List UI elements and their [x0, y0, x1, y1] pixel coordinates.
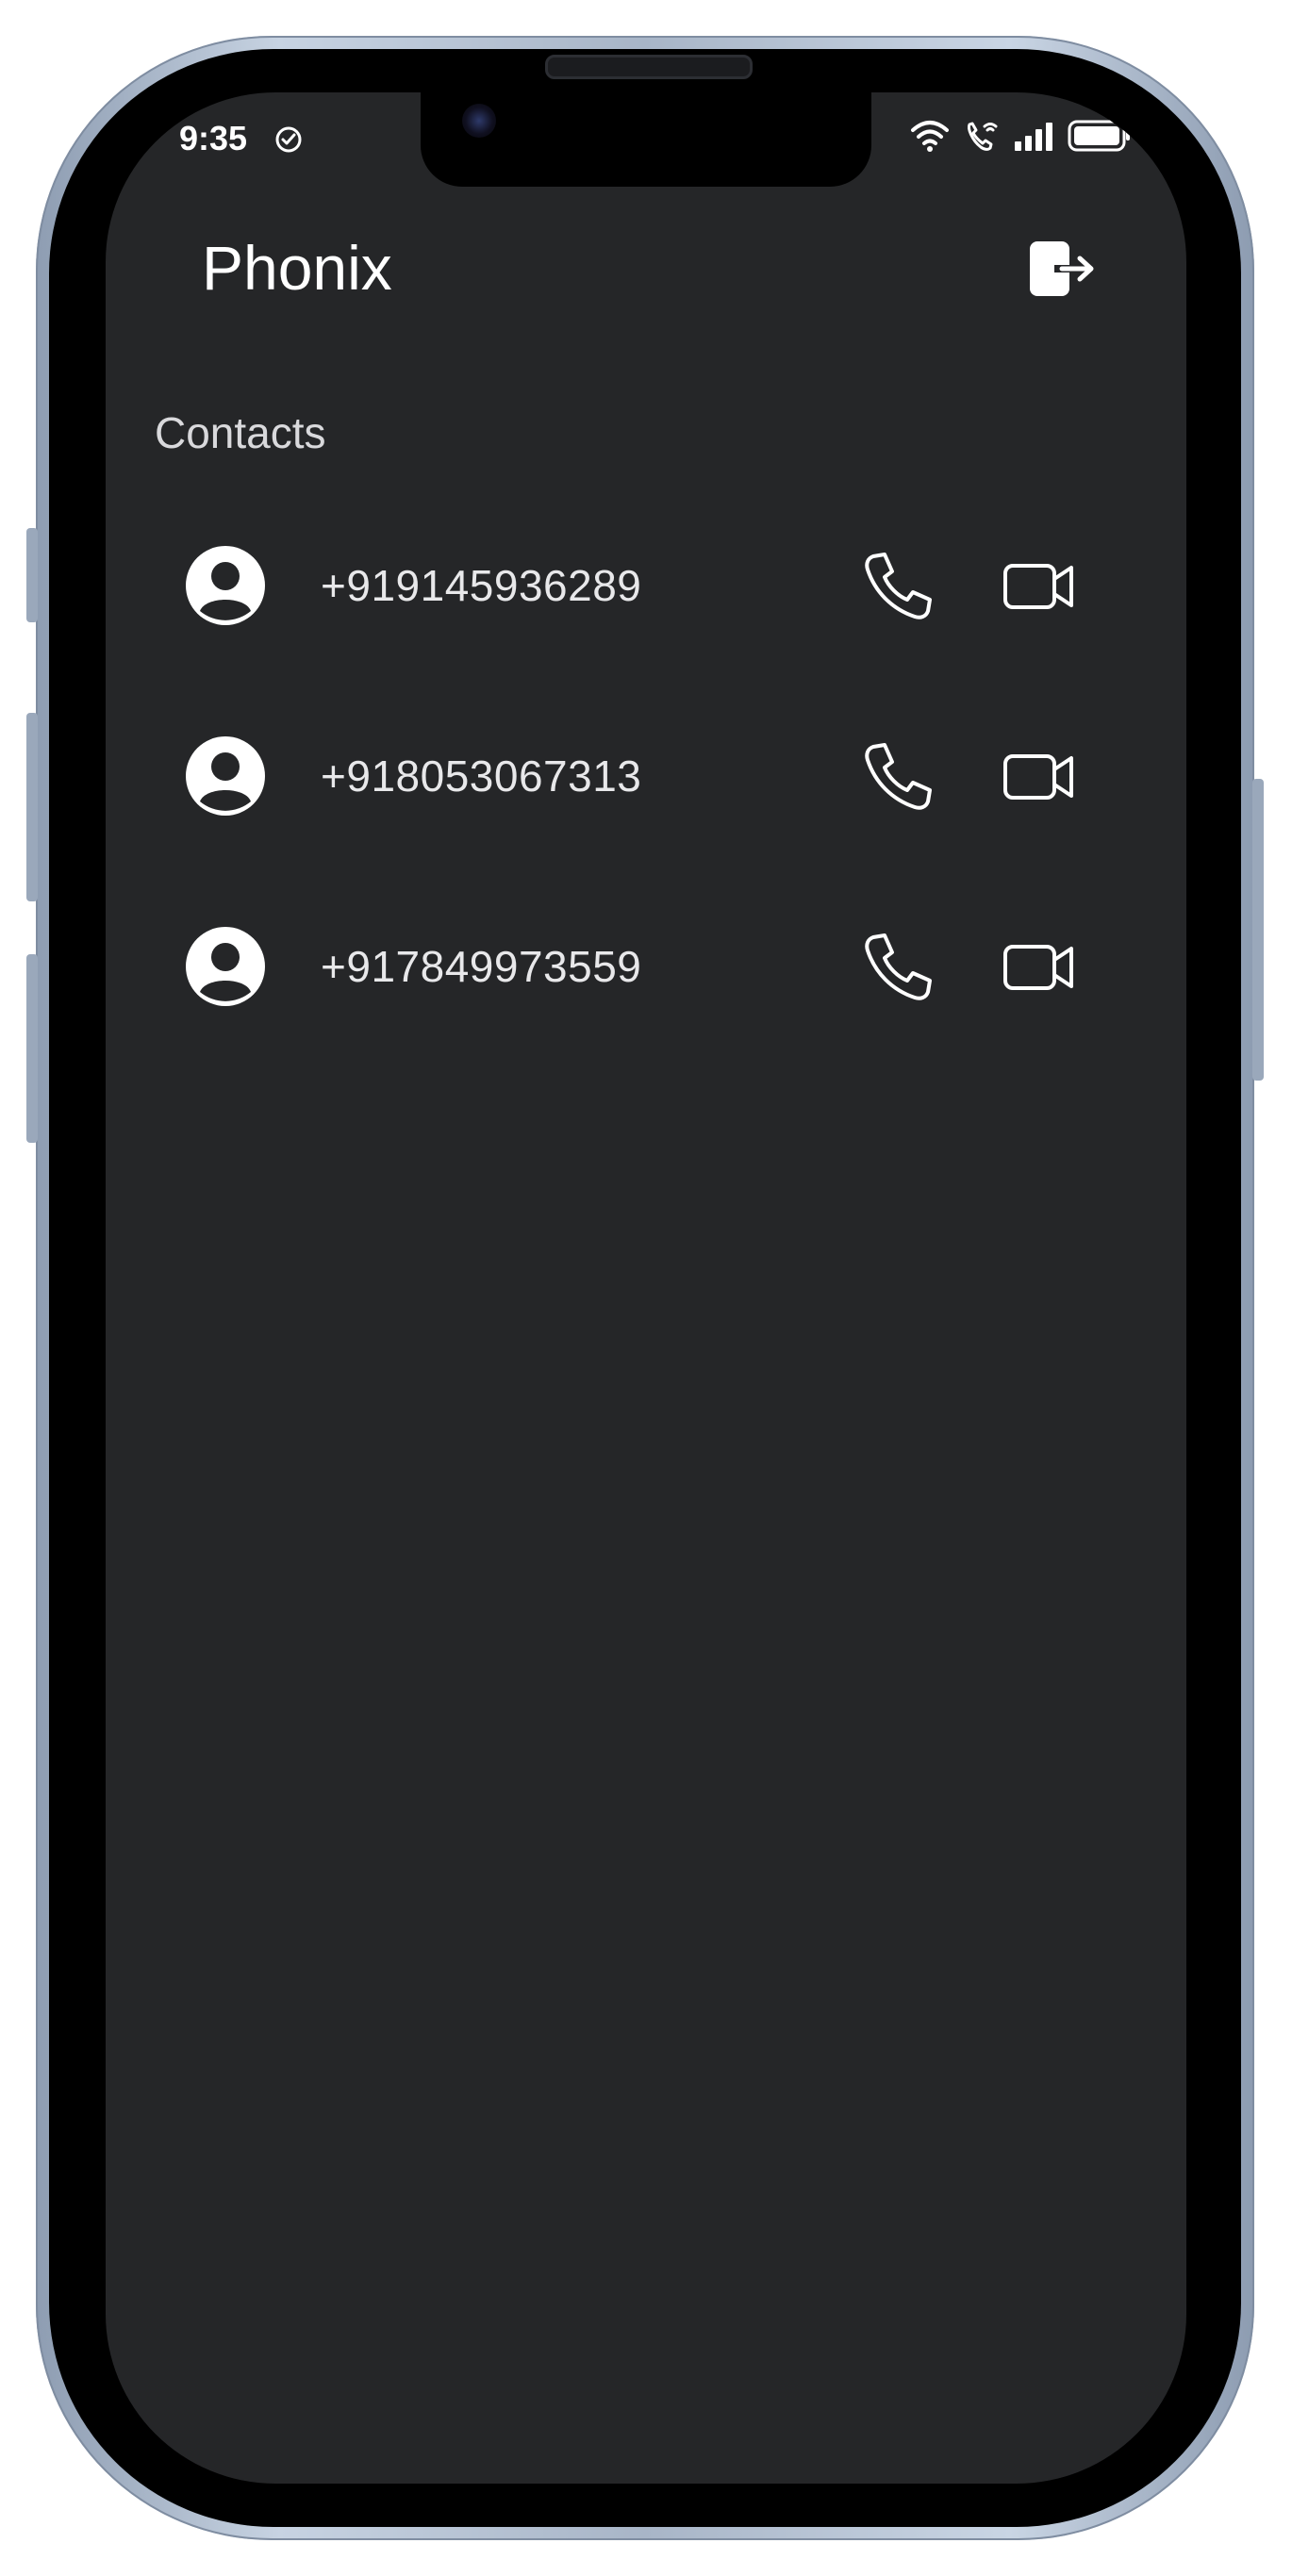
app-title: Phonix	[202, 233, 392, 303]
earpiece-speaker	[545, 55, 753, 79]
video-camera-icon[interactable]	[1002, 741, 1077, 813]
video-camera-icon[interactable]	[1002, 551, 1077, 622]
phone-icon[interactable]	[860, 549, 936, 624]
volume-up-button	[26, 713, 38, 901]
account-circle-icon	[186, 927, 265, 1006]
phone-icon[interactable]	[860, 739, 936, 815]
contact-phone-number: +919145936289	[321, 561, 642, 610]
power-button	[1252, 779, 1264, 1081]
check-circle-icon	[275, 126, 302, 153]
status-icons	[909, 119, 1156, 153]
account-circle-icon	[186, 736, 265, 816]
account-circle-icon	[186, 546, 265, 625]
contact-row[interactable]: +919145936289	[106, 513, 1186, 654]
contact-phone-number: +917849973559	[321, 942, 642, 991]
cellular-signal-icon	[1015, 123, 1052, 151]
action-button	[26, 528, 38, 622]
battery-icon	[1068, 120, 1130, 152]
phone-icon[interactable]	[860, 930, 936, 1005]
video-camera-icon[interactable]	[1002, 932, 1077, 1003]
contact-phone-number: +918053067313	[321, 751, 642, 801]
status-time: 9:35	[179, 119, 248, 157]
privacy-indicator-dot	[1146, 131, 1155, 140]
wifi-calling-icon	[968, 122, 998, 151]
app-screen: 9:35 Phonix Contacts +919145936289 +9180…	[106, 92, 1186, 2484]
wifi-icon	[911, 121, 949, 152]
logout-icon[interactable]	[1026, 236, 1098, 302]
contact-row[interactable]: +918053067313	[106, 703, 1186, 845]
contacts-section-label: Contacts	[155, 408, 326, 457]
front-camera	[462, 104, 496, 138]
volume-down-button	[26, 954, 38, 1143]
contact-row[interactable]: +917849973559	[106, 894, 1186, 1035]
